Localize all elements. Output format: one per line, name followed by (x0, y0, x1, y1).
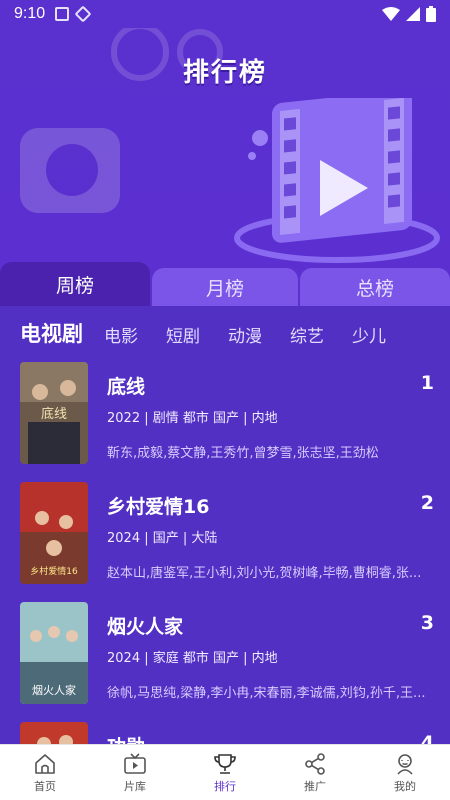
camera-decoration (20, 128, 120, 213)
poster-title-text: 烟火人家 (32, 683, 76, 697)
nav-promote[interactable]: 推广 (270, 745, 360, 800)
category-tab-movie[interactable]: 电影 (104, 322, 138, 347)
item-cast: 徐帆,马思纯,梁静,李小冉,宋春丽,李诚儒,刘钧,孙千,王... (107, 686, 426, 701)
page-title: 排行榜 (182, 58, 267, 88)
list-item[interactable]: 烟火人家 烟火人家 3 2024 | 家庭 都市 国产 | 内地 徐帆,马思纯,… (0, 602, 450, 712)
tab-monthly-label: 月榜 (205, 277, 244, 300)
category-tab-variety[interactable]: 综艺 (290, 322, 324, 347)
hero-banner: 排行榜 (0, 28, 450, 268)
category-tab-short[interactable]: 短剧 (166, 322, 200, 347)
item-meta: 2024 | 家庭 都市 国产 | 内地 (107, 651, 278, 666)
list-item[interactable]: 乡村爱情16 乡村爱情16 2 2024 | 国产 | 大陆 赵本山,唐鉴军,王… (0, 482, 450, 592)
ranking-panel: 电视剧 电影 短剧 动漫 综艺 少儿 底线 底线 1 2022 | 剧情 都市 … (0, 306, 450, 800)
status-indicators (382, 6, 436, 22)
item-meta: 2024 | 国产 | 大陆 (107, 531, 218, 546)
video-play-illustration (234, 98, 440, 263)
nav-library-label: 片库 (124, 779, 146, 793)
tv-icon (124, 752, 146, 774)
home-icon (35, 753, 55, 774)
status-bar: 9:10 (0, 0, 450, 28)
tab-all-time[interactable]: 总榜 (300, 268, 450, 306)
nav-ranking-label: 排行 (214, 779, 236, 793)
nav-home-label: 首页 (34, 779, 56, 793)
item-title: 底线 (107, 376, 146, 398)
battery-icon (426, 6, 436, 22)
nav-ranking[interactable]: 排行 (180, 745, 270, 800)
item-meta: 2022 | 剧情 都市 国产 | 内地 (107, 411, 278, 426)
list-item[interactable]: 底线 底线 1 2022 | 剧情 都市 国产 | 内地 靳东,成毅,蔡文静,王… (0, 362, 450, 472)
nav-profile-label: 我的 (394, 779, 416, 793)
poster-image: 乡村爱情16 (20, 482, 88, 584)
share-icon (305, 752, 325, 775)
status-time: 9:10 (14, 5, 46, 22)
nav-home[interactable]: 首页 (0, 745, 90, 800)
rank-number: 2 (420, 492, 434, 514)
notification-icon (55, 7, 70, 21)
period-tabs: 周榜 月榜 总榜 (0, 262, 450, 306)
poster-title-text: 底线 (41, 406, 67, 422)
category-tab-kids[interactable]: 少儿 (352, 322, 386, 347)
item-cast: 靳东,成毅,蔡文静,王秀竹,曾梦雪,张志坚,王劲松 (107, 446, 379, 461)
poster-title-text: 乡村爱情16 (30, 565, 78, 577)
user-icon (397, 753, 413, 775)
notification-icon-2 (74, 5, 92, 23)
nav-library[interactable]: 片库 (90, 745, 180, 800)
tab-all-time-label: 总榜 (355, 277, 394, 300)
category-tab-tv[interactable]: 电视剧 (20, 318, 83, 348)
item-title: 烟火人家 (107, 616, 184, 638)
item-cast: 赵本山,唐鉴军,王小利,刘小光,贺树峰,毕畅,曹桐睿,张... (107, 566, 422, 581)
wifi-icon (382, 7, 400, 21)
trophy-icon (214, 753, 236, 774)
tab-weekly-label: 周榜 (55, 274, 94, 297)
poster-image: 底线 (20, 362, 88, 464)
rank-number: 3 (420, 612, 434, 634)
bottom-nav: 首页 片库 排行 推广 我的 (0, 744, 450, 800)
category-tab-anime[interactable]: 动漫 (228, 322, 262, 347)
category-tabs: 电视剧 电影 短剧 动漫 综艺 少儿 (0, 318, 450, 366)
poster-image: 烟火人家 (20, 602, 88, 704)
tab-weekly[interactable]: 周榜 (0, 262, 150, 306)
nav-profile[interactable]: 我的 (360, 745, 450, 800)
nav-promote-label: 推广 (304, 779, 326, 793)
item-title: 乡村爱情16 (107, 496, 210, 518)
ranking-screen: 9:10 排行榜 周榜 月榜 总榜 电视剧 电影 短剧 动漫 综艺 少儿 底线 … (0, 0, 450, 800)
tab-monthly[interactable]: 月榜 (152, 268, 298, 306)
signal-icon (406, 7, 420, 21)
rank-number: 1 (420, 372, 434, 394)
